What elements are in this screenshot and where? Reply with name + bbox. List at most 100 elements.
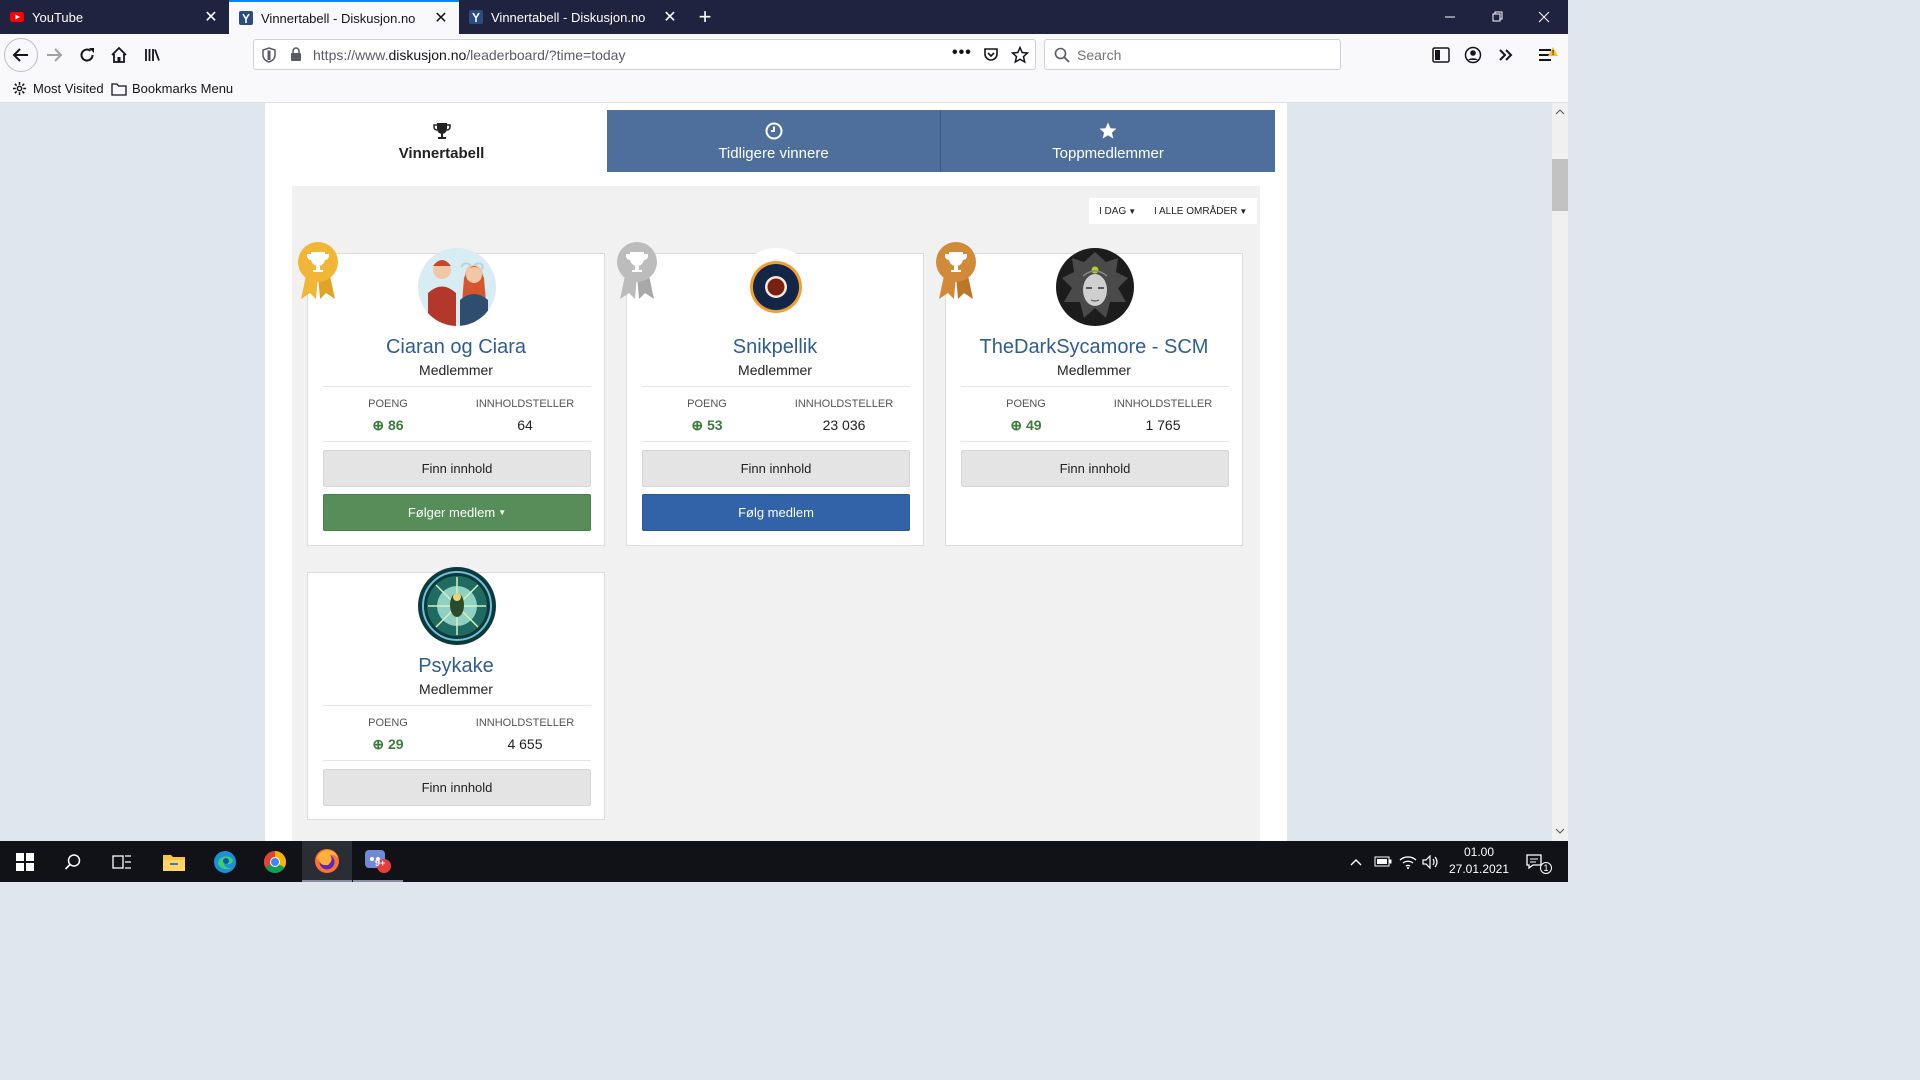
edge-button[interactable] bbox=[200, 841, 250, 882]
chrome-button[interactable] bbox=[250, 841, 300, 882]
close-tab-icon[interactable]: ✕ bbox=[662, 7, 678, 27]
divider bbox=[642, 386, 910, 387]
youtube-icon bbox=[10, 10, 24, 24]
file-explorer-button[interactable] bbox=[149, 841, 199, 882]
find-content-button[interactable]: Finn innhold bbox=[642, 450, 910, 487]
firefox-button[interactable] bbox=[302, 841, 352, 882]
task-view-button[interactable] bbox=[97, 841, 147, 882]
navigation-toolbar: https://www.diskusjon.no/leaderboard/?ti… bbox=[0, 34, 1568, 76]
points-number: 29 bbox=[388, 736, 404, 752]
page-actions-menu-icon[interactable]: ••• bbox=[952, 44, 972, 62]
divider bbox=[642, 441, 910, 442]
content-count-value: 1 765 bbox=[1145, 417, 1181, 433]
taskbar-search-button[interactable] bbox=[48, 841, 98, 882]
account-icon bbox=[1464, 46, 1482, 64]
new-tab-button[interactable]: + bbox=[688, 0, 722, 34]
pocket-icon[interactable] bbox=[983, 47, 999, 63]
member-name-link[interactable]: TheDarkSycamore - SCM bbox=[946, 336, 1242, 359]
avatar[interactable]: ?? bbox=[418, 248, 496, 326]
member-card: ?? Ciaran og Ciara Medlemmer POENG INNHO… bbox=[307, 248, 605, 546]
member-name-link[interactable]: Ciaran og Ciara bbox=[308, 336, 604, 359]
member-name-link[interactable]: Snikpellik bbox=[627, 336, 923, 359]
scrollbar-thumb[interactable] bbox=[1552, 159, 1568, 211]
plus-circle-icon: ⊕ bbox=[691, 417, 704, 433]
leaderboard-panel: I DAG ▼ I ALLE OMRÅDER ▼ ?? Ciaran og Ci… bbox=[292, 186, 1260, 841]
points-number: 86 bbox=[388, 417, 404, 433]
reload-button[interactable] bbox=[71, 39, 103, 71]
action-center-button[interactable]: 1 bbox=[1525, 841, 1552, 882]
sidebar-button[interactable] bbox=[1425, 39, 1457, 71]
time-filter-label: I DAG bbox=[1099, 205, 1127, 217]
plus-circle-icon: ⊕ bbox=[372, 736, 385, 752]
lock-icon[interactable] bbox=[290, 47, 302, 62]
gold-trophy-ribbon-icon bbox=[298, 242, 338, 299]
home-button[interactable] bbox=[103, 39, 135, 71]
search-bar[interactable] bbox=[1044, 39, 1341, 70]
follow-member-button[interactable]: Følg medlem bbox=[642, 494, 910, 531]
discord-badge-count: 9+ bbox=[375, 858, 386, 868]
show-hidden-icons-button[interactable] bbox=[1349, 841, 1363, 882]
shield-icon[interactable] bbox=[262, 47, 276, 63]
scroll-up-arrow-icon[interactable] bbox=[1555, 108, 1565, 116]
hamburger-icon: ! bbox=[1539, 47, 1558, 61]
battery-button[interactable] bbox=[1374, 841, 1392, 882]
divider bbox=[961, 386, 1229, 387]
find-content-button[interactable]: Finn innhold bbox=[323, 769, 591, 806]
overflow-menu-button[interactable] bbox=[1490, 39, 1522, 71]
file-explorer-icon bbox=[163, 854, 185, 871]
member-group: Medlemmer bbox=[738, 362, 812, 378]
bookmark-bookmarks-menu[interactable]: Bookmarks Menu bbox=[111, 81, 233, 96]
back-button[interactable] bbox=[4, 38, 38, 72]
minimize-button[interactable] bbox=[1426, 0, 1474, 34]
library-button[interactable] bbox=[136, 39, 168, 71]
content-count-value: 64 bbox=[517, 417, 533, 433]
app-menu-button[interactable]: ! bbox=[1532, 39, 1564, 71]
member-name-link[interactable]: Psykake bbox=[308, 655, 604, 678]
tab-tidligere-vinnere[interactable]: Tidligere vinnere bbox=[607, 110, 941, 172]
tab-youtube[interactable]: YouTube ✕ bbox=[0, 0, 229, 34]
url-text[interactable]: https://www.diskusjon.no/leaderboard/?ti… bbox=[313, 47, 625, 63]
address-bar[interactable]: https://www.diskusjon.no/leaderboard/?ti… bbox=[253, 39, 1036, 70]
close-tab-icon[interactable]: ✕ bbox=[433, 8, 449, 28]
search-input[interactable] bbox=[1075, 46, 1325, 64]
following-member-button[interactable]: Følger medlem ▼ bbox=[323, 494, 591, 531]
volume-button[interactable] bbox=[1422, 841, 1440, 882]
find-content-button[interactable]: Finn innhold bbox=[961, 450, 1229, 487]
divider bbox=[323, 705, 591, 706]
notification-count-badge: 1 bbox=[1540, 862, 1552, 874]
points-value: ⊕ 86 bbox=[348, 417, 428, 434]
member-card: Snikpellik Medlemmer POENG INNHOLDSTELLE… bbox=[626, 248, 924, 546]
page-scrollbar[interactable] bbox=[1552, 103, 1568, 841]
divider bbox=[323, 441, 591, 442]
avatar[interactable] bbox=[737, 248, 815, 326]
bookmark-most-visited[interactable]: Most Visited bbox=[12, 81, 104, 96]
folder-icon bbox=[111, 82, 127, 96]
tab-toppmedlemmer[interactable]: Toppmedlemmer bbox=[941, 110, 1275, 172]
avatar[interactable] bbox=[1056, 248, 1134, 326]
restore-button[interactable] bbox=[1474, 0, 1522, 34]
network-button[interactable] bbox=[1399, 841, 1417, 882]
bookmark-star-icon[interactable] bbox=[1011, 46, 1029, 64]
area-filter-dropdown[interactable]: I ALLE OMRÅDER ▼ bbox=[1144, 198, 1258, 224]
find-content-button[interactable]: Finn innhold bbox=[323, 450, 591, 487]
tab-vinnertabell[interactable]: Vinnertabell - Diskusjon.no ✕ bbox=[459, 0, 688, 34]
close-tab-icon[interactable]: ✕ bbox=[203, 7, 219, 27]
points-number: 53 bbox=[707, 417, 723, 433]
forward-button[interactable] bbox=[38, 39, 70, 71]
taskbar-clock[interactable]: 01.00 27.01.2021 bbox=[1447, 844, 1511, 878]
tab-vinnertabell-active[interactable]: Vinnertabell - Diskusjon.no ✕ bbox=[229, 0, 459, 34]
reload-icon bbox=[80, 48, 94, 62]
discord-button[interactable]: 9+ bbox=[353, 841, 403, 882]
follow-label: Følger medlem bbox=[407, 505, 496, 520]
points-number: 49 bbox=[1026, 417, 1042, 433]
tab-vinnertabell[interactable]: Vinnertabell bbox=[276, 110, 607, 172]
account-button[interactable] bbox=[1457, 39, 1489, 71]
time-filter-dropdown[interactable]: I DAG ▼ bbox=[1089, 198, 1147, 224]
bookmark-label: Bookmarks Menu bbox=[132, 81, 234, 96]
close-window-button[interactable] bbox=[1520, 0, 1568, 34]
home-icon bbox=[111, 46, 127, 63]
avatar[interactable] bbox=[418, 567, 496, 645]
close-icon bbox=[1538, 11, 1550, 23]
scroll-down-arrow-icon[interactable] bbox=[1555, 827, 1565, 835]
start-button[interactable] bbox=[0, 841, 50, 882]
